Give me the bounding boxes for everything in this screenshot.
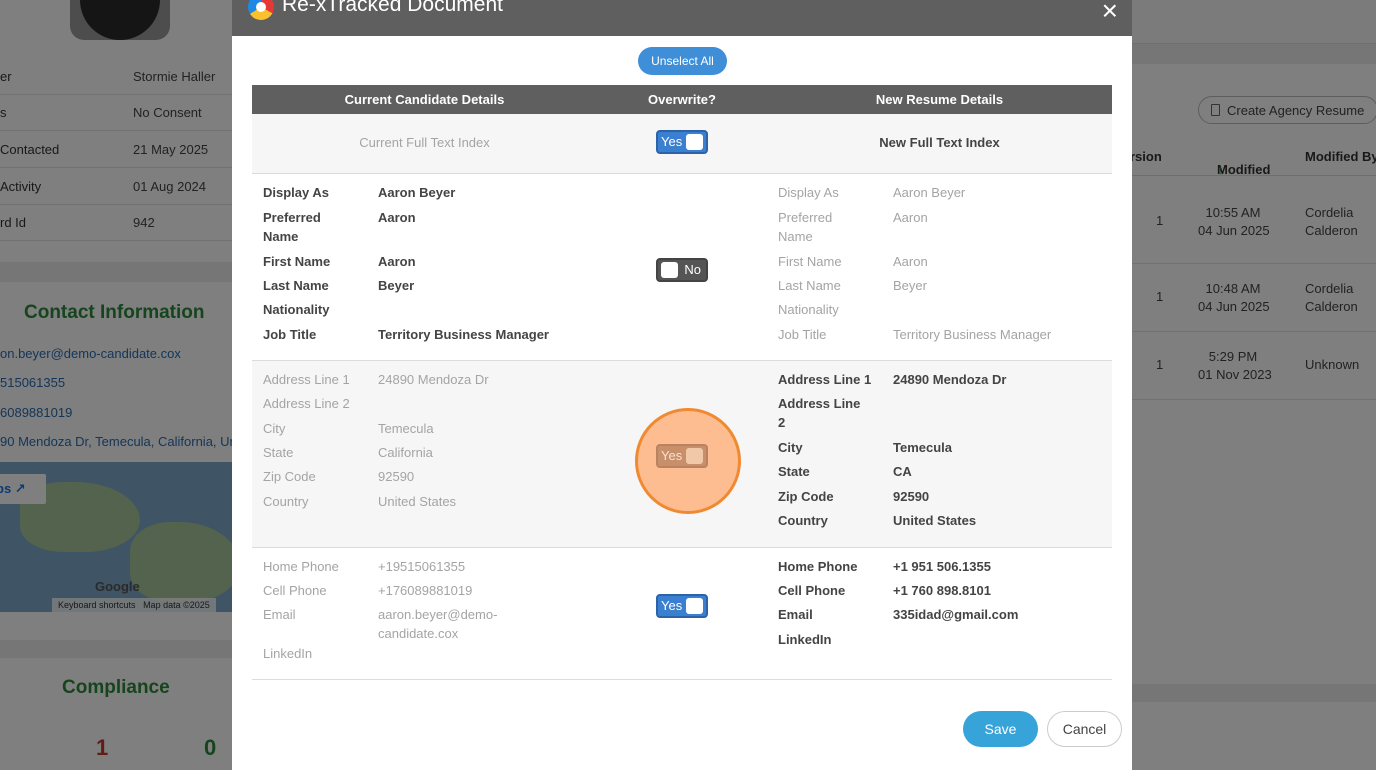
new-field-label: State xyxy=(778,464,810,479)
contact-overwrite-toggle[interactable]: Yes xyxy=(656,594,708,618)
new-field-label: Address Line 1 xyxy=(778,372,872,387)
new-field-value: United States xyxy=(893,513,977,528)
new-field-value: Temecula xyxy=(893,440,953,455)
current-details-header: Current Candidate Details xyxy=(344,92,505,107)
new-field-label: Home Phone xyxy=(778,559,858,574)
current-field-label: LinkedIn xyxy=(263,646,313,661)
current-field-value: 24890 Mendoza Dr xyxy=(378,372,489,387)
full-text-overwrite-toggle[interactable]: Yes xyxy=(656,130,708,154)
new-field-label: Address Line 2 xyxy=(778,396,861,430)
app-logo-icon xyxy=(248,0,274,20)
toggle-label: Yes xyxy=(661,598,683,613)
toggle-label: No xyxy=(684,262,701,277)
current-field-label: Nationality xyxy=(263,302,330,317)
current-field-label: Country xyxy=(263,494,309,509)
current-field-label: City xyxy=(263,421,286,436)
current-field-value: Beyer xyxy=(378,278,415,293)
new-field-value: Aaron xyxy=(893,210,928,225)
new-field-value: Beyer xyxy=(893,278,927,293)
current-field-value: +19515061355 xyxy=(378,559,466,574)
current-field-label: State xyxy=(263,445,294,460)
current-field-value: Aaron Beyer xyxy=(378,185,456,200)
new-field-value: 24890 Mendoza Dr xyxy=(893,372,1007,387)
toggle-knob xyxy=(686,448,703,464)
new-field-value: 335idad@gmail.com xyxy=(893,607,1019,622)
current-field-value: California xyxy=(378,445,433,460)
toggle-knob xyxy=(686,598,703,614)
current-field-label: Last Name xyxy=(263,278,329,293)
new-field-label: Job Title xyxy=(778,327,827,342)
new-field-label: Nationality xyxy=(778,302,839,317)
new-field-value: +1 951 506.1355 xyxy=(893,559,991,574)
personal-details-section: Display As Aaron Beyer Preferred Name Aa… xyxy=(252,174,1112,361)
new-details-header: New Resume Details xyxy=(875,92,1004,107)
new-field-label: Display As xyxy=(778,185,839,200)
current-field-label: First Name xyxy=(263,254,331,269)
current-field-value: Aaron xyxy=(378,254,416,269)
current-field-label: Display As xyxy=(263,185,329,200)
modal-title: Re-xTracked Document xyxy=(282,0,503,16)
current-field-label: Preferred Name xyxy=(263,210,321,244)
new-field-value: Aaron xyxy=(893,254,928,269)
new-field-label: City xyxy=(778,440,803,455)
new-field-value: Aaron Beyer xyxy=(893,185,966,200)
full-text-section: Current Full Text Index Yes New Full Tex… xyxy=(252,114,1112,174)
toggle-knob xyxy=(661,262,678,278)
new-field-label: Preferred Name xyxy=(778,210,833,244)
current-field-label: Home Phone xyxy=(263,559,339,574)
new-field-value: +1 760 898.8101 xyxy=(893,583,991,598)
current-field-label: Address Line 2 xyxy=(263,396,350,411)
toggle-label: Yes xyxy=(661,134,683,149)
current-field-label: Email xyxy=(263,607,296,622)
personal-overwrite-toggle[interactable]: No xyxy=(656,258,708,282)
modal-header: Re-xTracked Document × xyxy=(232,0,1132,36)
current-field-label: Job Title xyxy=(263,327,317,342)
current-field-value: Temecula xyxy=(378,421,434,436)
new-field-value: Territory Business Manager xyxy=(893,327,1052,342)
comparison-table-header: Current Candidate Details Overwrite? New… xyxy=(252,85,1112,114)
address-overwrite-toggle[interactable]: Yes xyxy=(656,444,708,468)
new-field-label: Zip Code xyxy=(778,489,834,504)
overwrite-header: Overwrite? xyxy=(648,92,716,107)
new-field-label: First Name xyxy=(778,254,842,269)
current-field-value: United States xyxy=(378,494,457,509)
unselect-all-button[interactable]: Unselect All xyxy=(638,47,727,75)
current-field-value: Territory Business Manager xyxy=(378,327,549,342)
toggle-knob xyxy=(686,134,703,150)
new-field-value: CA xyxy=(893,464,912,479)
current-field-value: aaron.beyer@demo-candidate.cox xyxy=(378,607,498,641)
save-button[interactable]: Save xyxy=(963,711,1038,747)
contact-section: Home Phone +19515061355 Cell Phone +1760… xyxy=(252,548,1112,680)
current-field-label: Cell Phone xyxy=(263,583,327,598)
current-field-value: Aaron xyxy=(378,210,416,225)
new-field-value: 92590 xyxy=(893,489,930,504)
close-icon[interactable]: × xyxy=(1102,0,1118,25)
rextracked-document-modal: Re-xTracked Document × Unselect All Curr… xyxy=(232,0,1132,770)
current-field-label: Zip Code xyxy=(263,469,316,484)
current-field-label: Address Line 1 xyxy=(263,372,350,387)
toggle-label: Yes xyxy=(661,448,683,463)
new-field-label: Last Name xyxy=(778,278,841,293)
new-field-label: LinkedIn xyxy=(778,632,832,647)
new-field-label: Country xyxy=(778,513,828,528)
current-field-value: +176089881019 xyxy=(378,583,473,598)
new-field-label: Cell Phone xyxy=(778,583,846,598)
current-field-value: 92590 xyxy=(378,469,415,484)
new-field-label: Email xyxy=(778,607,813,622)
current-full-text-index: Current Full Text Index xyxy=(359,135,490,150)
new-full-text-index: New Full Text Index xyxy=(879,135,1000,150)
cancel-button[interactable]: Cancel xyxy=(1047,711,1122,747)
